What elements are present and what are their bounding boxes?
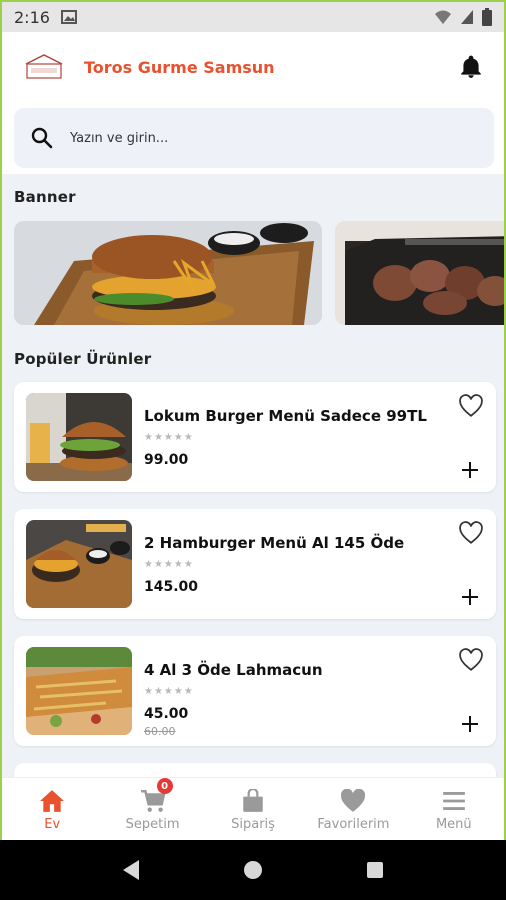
nav-orders[interactable]: Sipariş [203, 778, 303, 842]
banner-heading: Banner [14, 188, 76, 206]
nav-orders-label: Sipariş [231, 816, 275, 832]
heart-icon [341, 788, 366, 812]
wifi-icon [435, 10, 451, 24]
rating-stars: ★★★★★ [144, 686, 194, 697]
app-screen: 2:16 Toros Gurme Samsun Yazın ve girin..… [0, 0, 506, 900]
status-time: 2:16 [14, 7, 50, 27]
android-navigation-bar [0, 840, 506, 900]
product-price: 145.00 [144, 579, 199, 595]
menu-icon [442, 791, 465, 810]
nav-home[interactable]: Ev [2, 778, 102, 842]
banner-burger[interactable] [14, 221, 322, 325]
product-title: Lokum Burger Menü Sadece 99TL [144, 407, 427, 425]
recents-icon[interactable] [365, 860, 385, 880]
product-image [26, 647, 132, 735]
product-image [26, 393, 132, 481]
product-old-price: 60.00 [144, 725, 176, 738]
product-card[interactable]: 2 Hamburger Menü Al 145 Öde ★★★★★ 145.00 [14, 509, 496, 619]
battery-icon [482, 8, 492, 26]
heart-icon[interactable] [458, 394, 484, 418]
cart-badge: 0 [156, 778, 173, 794]
nav-cart[interactable]: 0 Sepetim [102, 778, 202, 842]
plus-icon[interactable] [460, 714, 480, 734]
image-notification-icon [60, 10, 77, 24]
home-circle-icon[interactable] [242, 859, 264, 881]
product-title: 4 Al 3 Öde Lahmacun [144, 661, 323, 679]
popular-heading: Popüler Ürünler [14, 350, 152, 368]
product-card[interactable]: Lokum Burger Menü Sadece 99TL ★★★★★ 99.0… [14, 382, 496, 492]
plus-icon[interactable] [460, 587, 480, 607]
brand-name: Toros Gurme Samsun [84, 57, 275, 77]
status-icons [434, 8, 492, 26]
heart-icon[interactable] [458, 521, 484, 545]
heart-icon[interactable] [458, 648, 484, 672]
bottom-navigation: Ev 0 Sepetim Sipariş Favorilerim Menü [2, 777, 504, 842]
product-image [26, 520, 132, 608]
nav-favorites-label: Favorilerim [317, 816, 390, 832]
app-header: Toros Gurme Samsun [2, 32, 504, 102]
status-bar: 2:16 [2, 2, 504, 32]
signal-icon [461, 10, 473, 24]
brand-logo [25, 54, 63, 79]
search-bar[interactable]: Yazın ve girin... [14, 108, 494, 168]
product-price: 99.00 [144, 452, 189, 468]
nav-menu[interactable]: Menü [404, 778, 504, 842]
product-card[interactable]: 4 Al 3 Öde Lahmacun ★★★★★ 45.00 60.00 [14, 636, 496, 746]
nav-menu-label: Menü [435, 816, 472, 832]
nav-home-label: Ev [44, 816, 61, 832]
search-input[interactable]: Yazın ve girin... [70, 131, 168, 146]
plus-icon[interactable] [460, 460, 480, 480]
product-title: 2 Hamburger Menü Al 145 Öde [144, 534, 405, 552]
search-icon [31, 127, 53, 149]
rating-stars: ★★★★★ [144, 432, 194, 443]
home-icon [40, 789, 65, 812]
banner-meat[interactable] [335, 221, 504, 325]
bell-icon[interactable] [458, 54, 484, 80]
bag-icon [243, 788, 263, 812]
back-icon[interactable] [121, 859, 141, 881]
nav-favorites[interactable]: Favorilerim [303, 778, 403, 842]
product-price: 45.00 [144, 706, 189, 722]
nav-cart-label: Sepetim [125, 816, 180, 832]
rating-stars: ★★★★★ [144, 559, 194, 570]
